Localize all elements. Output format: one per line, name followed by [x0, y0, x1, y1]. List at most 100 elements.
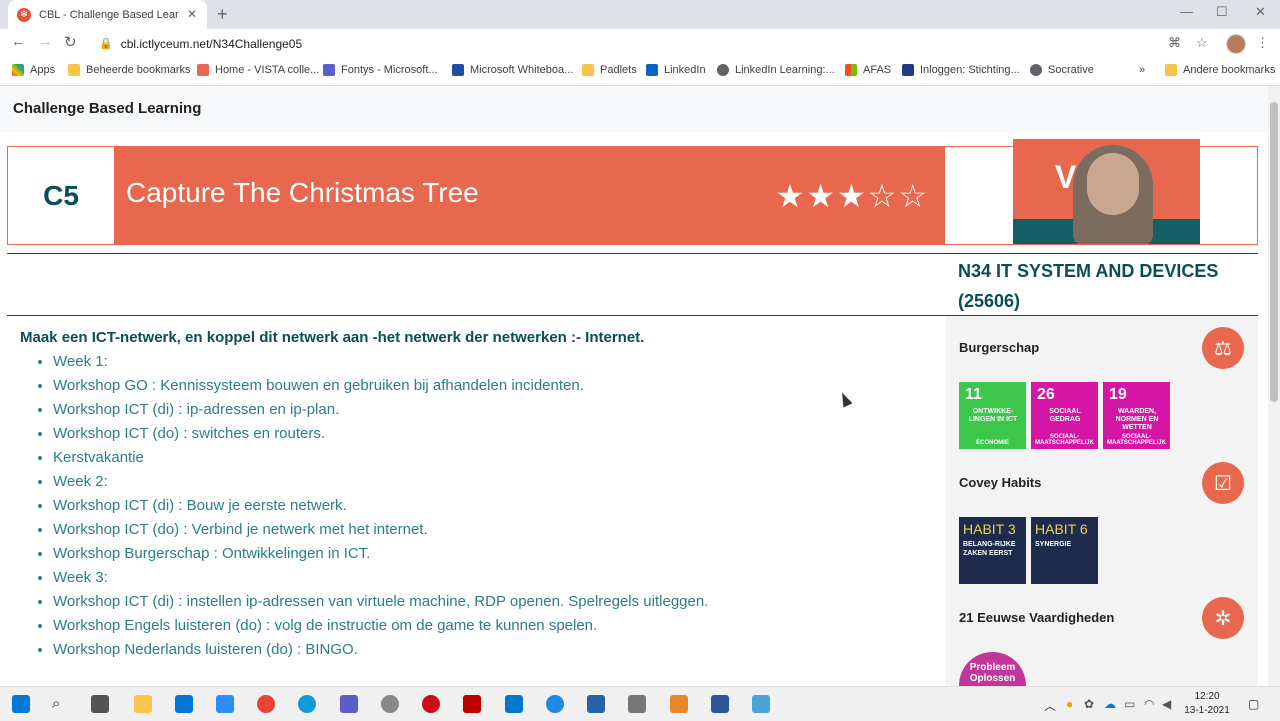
tray-chevron-icon[interactable]: ︿ [1044, 697, 1056, 714]
habit-badge-3[interactable]: HABIT 3 BELANG-RIJKE ZAKEN EERST [959, 517, 1026, 584]
sdg-badge-19[interactable]: 19 WAARDEN, NORMEN EN WETTEN SOCIAAL-MAA… [1103, 382, 1170, 449]
sdg-category: SOCIAAL-MAATSCHAPPELIJK [1035, 434, 1094, 446]
onedrive-icon[interactable]: ☁ [1104, 697, 1116, 711]
scrollbar[interactable] [1268, 86, 1280, 686]
bookmark-label: Inloggen: Stichting... [920, 64, 1020, 76]
teams-icon [323, 64, 335, 76]
back-icon[interactable]: ← [11, 33, 26, 50]
bookmark-label: LinkedIn Learning:... [735, 64, 835, 76]
presenter-face [1087, 153, 1139, 215]
list-item: Workshop ICT (di) : Bouw je eerste netwe… [53, 494, 708, 518]
teams-icon[interactable] [340, 695, 358, 713]
bookmark-afas[interactable]: AFAS [845, 64, 891, 76]
bookmark-vista[interactable]: Home - VISTA colle... [197, 64, 319, 76]
bookmark-linkedin[interactable]: LinkedIn [646, 64, 706, 76]
app-icon[interactable] [546, 695, 564, 713]
reload-icon[interactable]: ↻ [64, 33, 77, 51]
site-header: Challenge Based Learning [0, 86, 1268, 132]
chrome-icon[interactable] [257, 695, 275, 713]
bookmark-linkedin-learning[interactable]: LinkedIn Learning:... [717, 64, 835, 76]
volume-icon[interactable]: ◀ [1162, 697, 1171, 711]
app-icon[interactable] [670, 695, 688, 713]
list-item: Workshop ICT (di) : ip-adressen en ip-pl… [53, 398, 708, 422]
new-tab-button[interactable]: + [217, 4, 228, 25]
challenge-title-bar: Capture The Christmas Tree ★★★☆☆ [114, 147, 945, 244]
sdg-label: WAARDEN, NORMEN EN WETTEN [1115, 408, 1159, 431]
task-view-icon[interactable] [91, 695, 109, 713]
tray-app-icon[interactable]: ✿ [1084, 697, 1094, 711]
start-icon[interactable] [12, 695, 30, 713]
browser-toolbar: ← → ↻ 🔒 cbl.ictlyceum.net/N34Challenge05… [0, 29, 1280, 58]
wifi-icon[interactable]: ◠ [1144, 697, 1154, 711]
forward-icon[interactable]: → [38, 33, 53, 50]
folder-icon [1165, 64, 1177, 76]
app-icon[interactable] [752, 695, 770, 713]
scrollbar-thumb[interactable] [1270, 102, 1278, 402]
clock[interactable]: 12:20 13-1-2021 [1182, 690, 1232, 718]
vscode-icon[interactable] [505, 695, 523, 713]
habit-label: SYNERGIE [1035, 541, 1072, 548]
list-item: Week 1: [53, 350, 708, 374]
bookmark-other[interactable]: Andere bookmarks [1165, 64, 1275, 76]
tray-app-icon[interactable]: ● [1066, 697, 1073, 711]
translate-icon[interactable]: ⌘ [1168, 35, 1181, 51]
filezilla-icon[interactable] [463, 695, 481, 713]
app-icon[interactable] [381, 695, 399, 713]
bookmark-label: Beheerde bookmarks [86, 64, 191, 76]
virtualbox-icon[interactable] [587, 695, 605, 713]
lock-icon: 🔒 [99, 38, 113, 50]
search-icon[interactable]: ⌕ [52, 695, 70, 713]
tab-title: CBL - Challenge Based Learning [39, 8, 179, 21]
server-icon[interactable] [628, 695, 646, 713]
maximize-icon[interactable]: ☐ [1216, 4, 1228, 20]
teamviewer-icon[interactable] [298, 695, 316, 713]
bookmark-label: Home - VISTA colle... [215, 64, 320, 76]
site-title[interactable]: Challenge Based Learning [13, 100, 201, 117]
bookmark-inloggen[interactable]: Inloggen: Stichting... [902, 64, 1020, 76]
sdg-number: 19 [1109, 386, 1127, 403]
page-content: Challenge Based Learning C5 Capture The … [0, 86, 1268, 686]
menu-icon[interactable]: ⋮ [1256, 35, 1269, 51]
p-icon [902, 64, 914, 76]
challenge-banner: C5 Capture The Christmas Tree ★★★☆☆ VIST… [7, 139, 1258, 245]
list-item: Week 3: [53, 566, 708, 590]
notification-icon[interactable]: ▢ [1248, 697, 1259, 711]
bookmark-beheerde[interactable]: Beheerde bookmarks [68, 64, 191, 76]
minimize-icon[interactable]: — [1180, 4, 1193, 19]
browser-tab[interactable]: ✻ CBL - Challenge Based Learning ✕ [8, 0, 207, 29]
bookmark-label: AFAS [863, 64, 892, 76]
bookmark-star-icon[interactable]: ☆ [1196, 35, 1208, 51]
list-item: Workshop Nederlands luisteren (do) : BIN… [53, 638, 708, 662]
habit-badge-6[interactable]: HABIT 6 SYNERGIE [1031, 517, 1098, 584]
bookmark-fontys[interactable]: Fontys - Microsoft... [323, 64, 438, 76]
address-bar[interactable]: 🔒 cbl.ictlyceum.net/N34Challenge05 [90, 31, 1190, 56]
wheel-icon: ✲ [1202, 597, 1244, 639]
bookmark-label: Fontys - Microsoft... [341, 64, 438, 76]
opera-icon[interactable] [422, 695, 440, 713]
bookmark-label: Andere bookmarks [1183, 64, 1276, 76]
file-explorer-icon[interactable] [134, 695, 152, 713]
sdg-badge-26[interactable]: 26 SOCIAAL GEDRAG SOCIAAL-MAATSCHAPPELIJ… [1031, 382, 1098, 449]
outlook-icon[interactable] [175, 695, 193, 713]
sdg-category: ECONOMIE [976, 440, 1009, 446]
bookmark-padlets[interactable]: Padlets [582, 64, 637, 76]
bookmark-apps[interactable]: Apps [12, 64, 55, 76]
close-icon[interactable]: ✕ [187, 7, 197, 21]
bookmark-socrative[interactable]: Socrative [1030, 64, 1094, 76]
bookmarks-more-icon[interactable]: » [1139, 64, 1145, 76]
word-icon[interactable] [711, 695, 729, 713]
profile-avatar[interactable] [1226, 34, 1246, 54]
skills-title: 21 Eeuwse Vaardigheden [959, 610, 1115, 625]
scales-icon: ⚖ [1202, 327, 1244, 369]
bookmark-whiteboard[interactable]: Microsoft Whiteboa... [452, 64, 573, 76]
window-close-icon[interactable]: ✕ [1255, 4, 1266, 20]
battery-icon[interactable]: ▭ [1124, 697, 1135, 711]
assignment-heading: Maak een ICT-netwerk, en koppel dit netw… [20, 329, 645, 346]
url-text[interactable]: cbl.ictlyceum.net/N34Challenge05 [121, 37, 302, 51]
apps-icon [12, 64, 24, 76]
bookmark-label: Apps [30, 64, 56, 76]
zoom-icon[interactable] [216, 695, 234, 713]
globe-icon [717, 64, 729, 76]
sdg-badge-11[interactable]: 11 ONTWIKKE-LINGEN IN ICT ECONOMIE [959, 382, 1026, 449]
skill-badge[interactable]: Probleem Oplossen [959, 652, 1026, 686]
